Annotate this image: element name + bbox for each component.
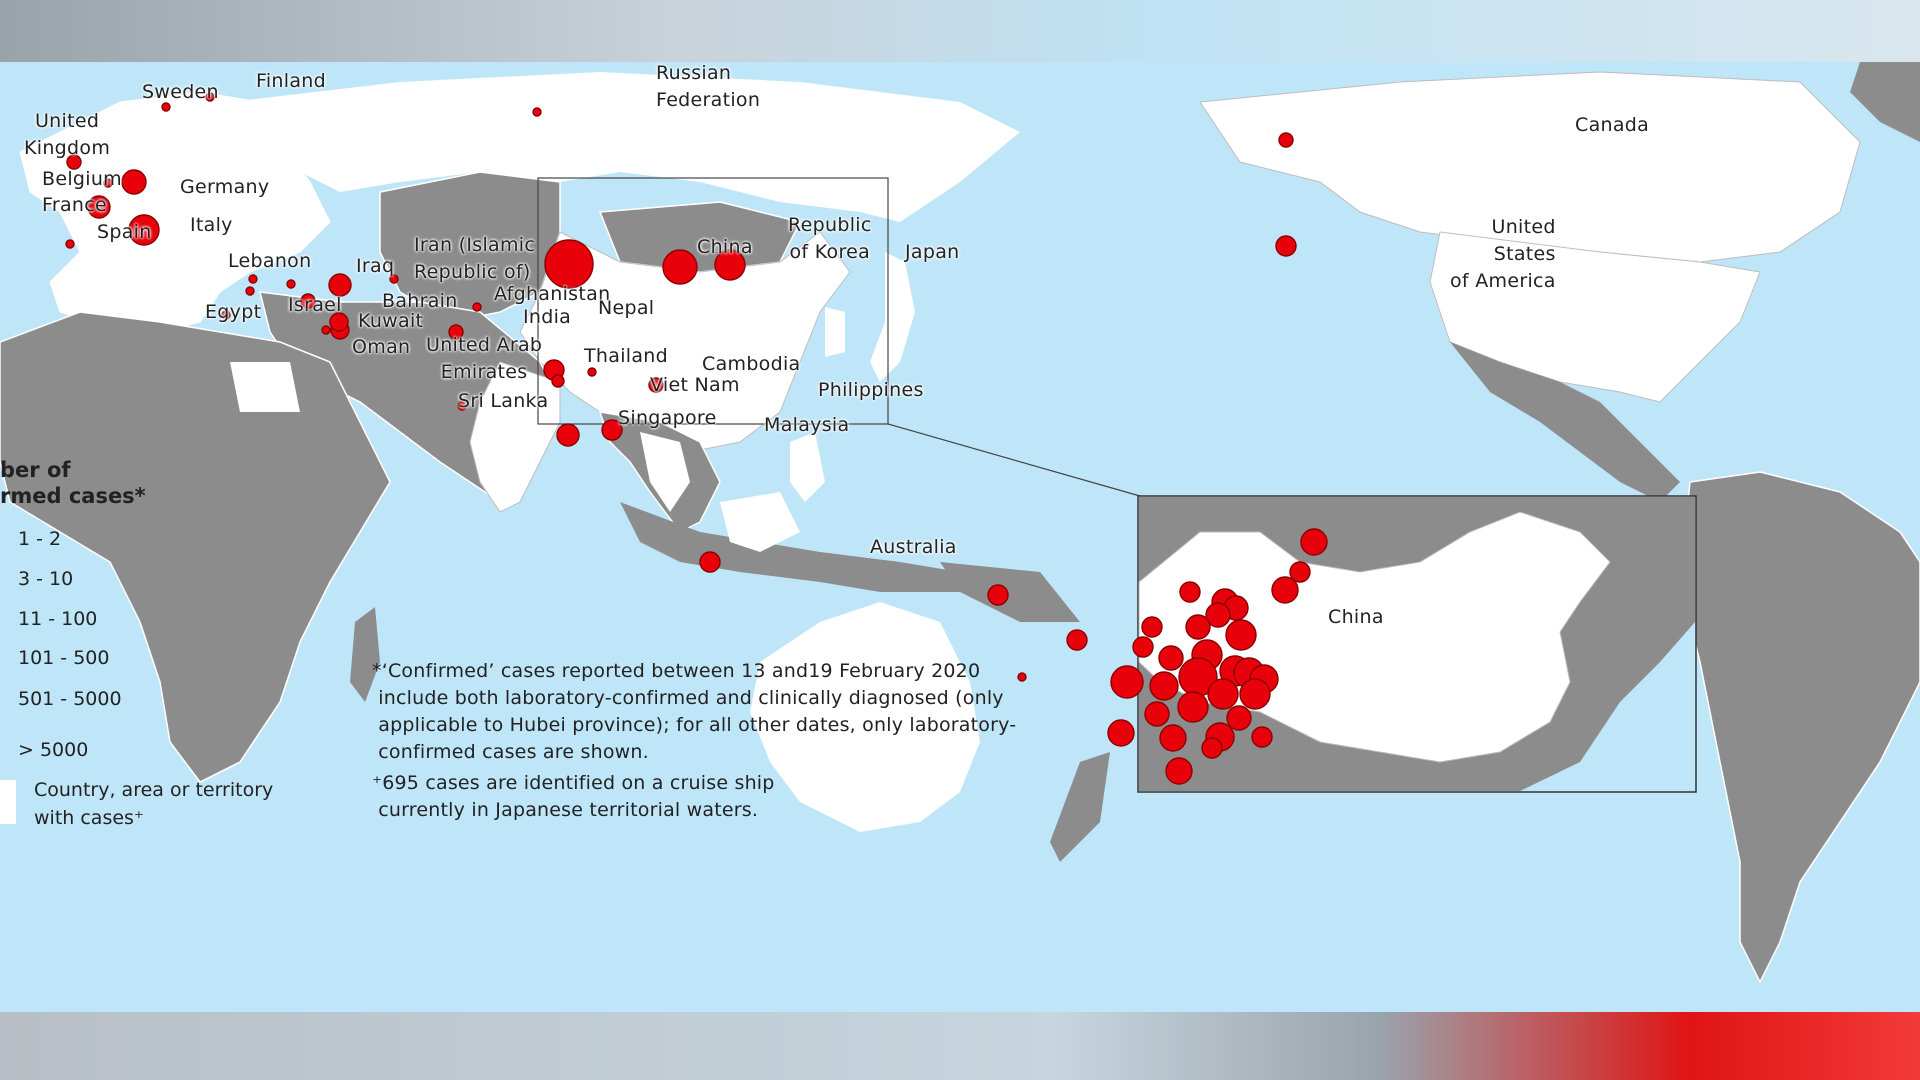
label-malaysia: Malaysia — [764, 414, 850, 436]
label-viet-nam: Viet Nam — [650, 374, 740, 396]
legend-item-11-100: 11 - 100 — [18, 608, 98, 630]
label-finland: Finland — [256, 70, 326, 92]
label-uk: United Kingdom — [24, 110, 111, 159]
case-marker-inset — [987, 584, 1009, 606]
case-marker-inset — [1185, 614, 1211, 640]
land-south-america — [1679, 471, 1920, 984]
case-marker-canada — [1278, 132, 1294, 148]
land-japan — [870, 252, 915, 382]
case-marker-inset — [1107, 719, 1135, 747]
label-lebanon: Lebanon — [228, 250, 312, 272]
legend-item-501-5000: 501 - 5000 — [18, 688, 122, 710]
land-korea — [825, 307, 845, 357]
case-marker-spain — [65, 239, 75, 249]
legend-item-3-10: 3 - 10 — [18, 568, 74, 590]
legend-swatch-label: Country, area or territory with cases⁺ — [34, 779, 274, 829]
case-marker-israel — [245, 286, 255, 296]
label-singapore: Singapore — [618, 407, 717, 429]
case-marker-inset — [1141, 616, 1163, 638]
label-usa: United States of America — [1450, 216, 1556, 292]
legend-swatch-with-cases — [0, 780, 16, 824]
label-egypt: Egypt — [205, 301, 262, 323]
case-marker-inset — [1207, 678, 1239, 710]
label-kuwait: Kuwait — [358, 310, 424, 332]
case-marker-inset — [1251, 726, 1273, 748]
case-marker-korea — [662, 249, 698, 285]
case-marker-inset — [1110, 665, 1144, 699]
label-sri-lanka: Sri Lanka — [458, 390, 549, 412]
case-marker-russia — [532, 107, 542, 117]
footnote-cruise-ship: ⁺695 cases are identified on a cruise sh… — [372, 772, 775, 821]
case-marker-singapore — [556, 423, 580, 447]
case-marker-iraq — [286, 279, 296, 289]
case-marker-oman — [321, 325, 331, 335]
label-nepal: Nepal — [598, 297, 655, 319]
land-png — [940, 562, 1080, 622]
label-belgium: Belgium — [42, 168, 122, 190]
case-marker-viet-nam — [551, 374, 565, 388]
case-marker-inset — [1177, 691, 1209, 723]
label-japan: Japan — [905, 241, 960, 263]
case-marker-inset — [1225, 619, 1257, 651]
legend-title-line1: ber of — [0, 458, 71, 482]
case-marker-usa — [1275, 235, 1297, 257]
label-china: China — [697, 236, 753, 258]
label-philippines: Philippines — [818, 379, 924, 401]
case-marker-inset — [1165, 757, 1193, 785]
case-marker-inset — [1226, 705, 1252, 731]
legend-item-1-2: 1 - 2 — [18, 528, 62, 550]
label-italy: Italy — [190, 214, 233, 236]
inset-connector-line — [887, 423, 1141, 497]
legend-item-101-500: 101 - 500 — [18, 647, 110, 669]
case-marker-inset — [1239, 678, 1271, 710]
legend-item-over-5000: > 5000 — [18, 739, 89, 761]
label-france: France — [42, 194, 107, 216]
land-new-zealand — [1050, 752, 1110, 862]
world-map: Sweden Finland Russian Federation United… — [0, 62, 1920, 1012]
label-canada: Canada — [1575, 114, 1650, 136]
land-philippines — [790, 432, 825, 502]
case-marker-inset — [1159, 724, 1187, 752]
top-blurred-band — [0, 0, 1920, 62]
label-sweden: Sweden — [142, 81, 219, 103]
bottom-blurred-band — [0, 1012, 1920, 1080]
label-korea: Republic of Korea — [788, 214, 872, 263]
inset-label-china: China — [1328, 606, 1384, 628]
case-marker-inset — [1017, 672, 1027, 682]
legend-title-line2: rmed cases* — [0, 484, 146, 508]
case-marker-germany — [121, 169, 147, 195]
case-marker-inset — [1132, 636, 1154, 658]
case-marker-inset — [1300, 528, 1328, 556]
case-marker-inset — [1271, 576, 1299, 604]
land-russia — [230, 72, 1020, 222]
case-marker-inset — [1144, 701, 1170, 727]
label-oman: Oman — [352, 336, 411, 358]
label-spain: Spain — [97, 221, 152, 243]
case-marker-inset — [1066, 629, 1088, 651]
map-canvas — [0, 62, 1920, 984]
label-iran: Iran (Islamic Republic of) — [414, 234, 536, 283]
label-israel: Israel — [288, 294, 342, 316]
case-marker-lebanon — [248, 274, 258, 284]
label-india: India — [523, 306, 572, 328]
case-marker-inset — [1179, 581, 1201, 603]
case-marker-nepal — [472, 302, 482, 312]
case-marker-australia — [699, 551, 721, 573]
label-germany: Germany — [180, 176, 270, 198]
case-marker-inset — [1201, 737, 1223, 759]
label-iraq: Iraq — [356, 255, 395, 277]
case-marker-inset — [1158, 645, 1184, 671]
case-marker-inset — [1149, 671, 1179, 701]
label-uae: United Arab Emirates — [426, 334, 543, 383]
label-thailand: Thailand — [584, 345, 668, 367]
land-egypt — [230, 362, 300, 412]
label-russia: Russian Federation — [656, 62, 761, 111]
footnote-confirmed-cases: *‘Confirmed’ cases reported between 13 a… — [372, 660, 1017, 763]
land-greenland — [1850, 62, 1920, 142]
label-australia: Australia — [870, 536, 957, 558]
